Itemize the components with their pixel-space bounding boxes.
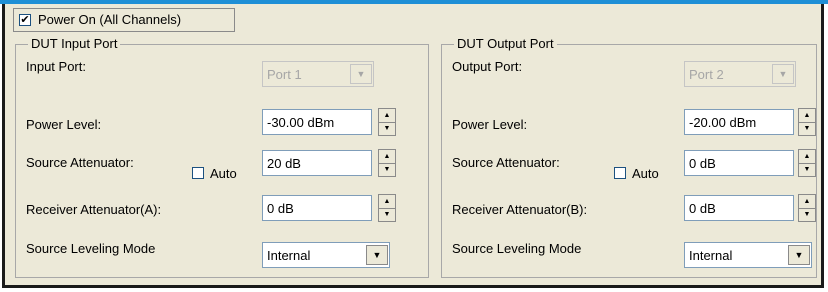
spin-down-icon[interactable]: ▼ — [379, 163, 395, 176]
spin-up-icon[interactable]: ▲ — [379, 109, 395, 123]
source-attenuator-auto-checkbox[interactable] — [192, 167, 204, 179]
power-level-label: Power Level: — [452, 117, 528, 132]
source-attenuator-label: Source Attenuator: — [452, 155, 560, 170]
receiver-attenuator-spinner[interactable]: ▲ ▼ — [798, 194, 816, 222]
auto-label: Auto — [632, 166, 659, 181]
power-level-spinner[interactable]: ▲ ▼ — [378, 108, 396, 136]
input-port-dropdown: Port 1 ▼ — [262, 61, 374, 87]
source-leveling-mode-label: Source Leveling Mode — [26, 241, 156, 256]
group-title: DUT Output Port — [454, 36, 557, 51]
receiver-attenuator-input[interactable]: 0 dB — [684, 195, 794, 221]
power-level-spinner[interactable]: ▲ ▼ — [798, 108, 816, 136]
input-value: 0 dB — [689, 201, 716, 216]
dropdown-value: Port 2 — [689, 67, 724, 82]
spin-up-icon[interactable]: ▲ — [799, 150, 815, 164]
spin-down-icon[interactable]: ▼ — [379, 208, 395, 221]
spin-up-icon[interactable]: ▲ — [379, 150, 395, 164]
power-level-input[interactable]: -20.00 dBm — [684, 109, 794, 135]
chevron-down-icon[interactable]: ▼ — [366, 245, 388, 265]
source-leveling-mode-label: Source Leveling Mode — [452, 241, 582, 256]
spin-down-icon[interactable]: ▼ — [379, 122, 395, 135]
input-value: 0 dB — [267, 201, 294, 216]
source-attenuator-spinner[interactable]: ▲ ▼ — [798, 149, 816, 177]
auto-label: Auto — [210, 166, 237, 181]
spin-down-icon[interactable]: ▼ — [799, 208, 815, 221]
dropdown-value: Internal — [689, 248, 733, 263]
input-value: -30.00 dBm — [267, 115, 335, 130]
receiver-attenuator-label: Receiver Attenuator(A): — [26, 202, 162, 217]
dut-input-port-group: DUT Input Port Input Port: Port 1 ▼ Powe… — [15, 36, 429, 278]
receiver-attenuator-spinner[interactable]: ▲ ▼ — [378, 194, 396, 222]
chevron-down-icon: ▼ — [350, 64, 372, 84]
power-settings-panel: ✔ Power On (All Channels) DUT Input Port… — [2, 4, 824, 288]
check-icon: ✔ — [20, 14, 30, 26]
receiver-attenuator-input[interactable]: 0 dB — [262, 195, 372, 221]
dropdown-value: Port 1 — [267, 67, 302, 82]
source-attenuator-label: Source Attenuator: — [26, 155, 134, 170]
input-value: -20.00 dBm — [689, 115, 757, 130]
output-port-dropdown: Port 2 ▼ — [684, 61, 796, 87]
source-leveling-mode-dropdown[interactable]: Internal ▼ — [684, 242, 812, 268]
source-attenuator-input[interactable]: 20 dB — [262, 150, 372, 176]
chevron-down-icon[interactable]: ▼ — [788, 245, 810, 265]
group-title: DUT Input Port — [28, 36, 121, 51]
input-value: 0 dB — [689, 156, 716, 171]
source-attenuator-auto-checkbox[interactable] — [614, 167, 626, 179]
power-on-checkbox[interactable]: ✔ — [19, 14, 31, 26]
power-level-label: Power Level: — [26, 117, 102, 132]
chevron-down-icon: ▼ — [772, 64, 794, 84]
spin-down-icon[interactable]: ▼ — [799, 122, 815, 135]
input-port-label: Input Port: — [26, 59, 86, 74]
spin-up-icon[interactable]: ▲ — [799, 109, 815, 123]
source-leveling-mode-dropdown[interactable]: Internal ▼ — [262, 242, 390, 268]
dut-output-port-group: DUT Output Port Output Port: Port 2 ▼ Po… — [441, 36, 817, 278]
power-level-input[interactable]: -30.00 dBm — [262, 109, 372, 135]
power-on-label: Power On (All Channels) — [38, 12, 182, 27]
dropdown-value: Internal — [267, 248, 311, 263]
source-attenuator-input[interactable]: 0 dB — [684, 150, 794, 176]
output-port-label: Output Port: — [452, 59, 523, 74]
input-value: 20 dB — [267, 156, 301, 171]
spin-up-icon[interactable]: ▲ — [379, 195, 395, 209]
receiver-attenuator-label: Receiver Attenuator(B): — [452, 202, 588, 217]
source-attenuator-spinner[interactable]: ▲ ▼ — [378, 149, 396, 177]
spin-up-icon[interactable]: ▲ — [799, 195, 815, 209]
spin-down-icon[interactable]: ▼ — [799, 163, 815, 176]
power-on-checkbox-row[interactable]: ✔ Power On (All Channels) — [13, 8, 235, 32]
